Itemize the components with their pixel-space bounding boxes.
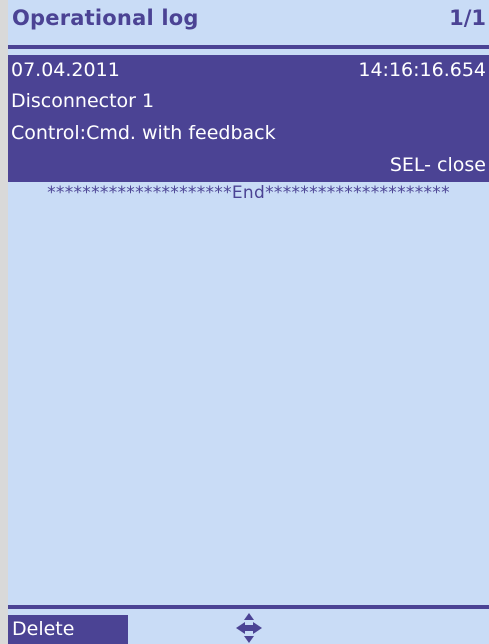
log-entry-date: 07.04.2011 [11, 59, 120, 81]
header: Operational log 1/1 [8, 0, 489, 44]
log-entry-time: 14:16:16.654 [358, 59, 486, 81]
page-indicator: 1/1 [449, 6, 486, 30]
log-screen: Operational log 1/1 07.04.2011 14:16:16.… [8, 0, 489, 644]
log-entry[interactable]: 07.04.2011 14:16:16.654 Disconnector 1 C… [8, 55, 489, 182]
header-divider [8, 45, 489, 49]
log-entry-device: Disconnector 1 [11, 90, 155, 112]
footer-divider [8, 605, 489, 609]
navigate-arrows-icon [236, 613, 262, 643]
log-entry-action: SEL- close [389, 154, 486, 176]
page-title: Operational log [12, 6, 199, 30]
log-entry-description: Control:Cmd. with feedback [11, 122, 276, 144]
delete-softkey[interactable]: Delete [8, 615, 128, 644]
log-entry-action-row: SEL- close [11, 152, 486, 178]
end-of-log-marker: *********************End****************… [47, 183, 450, 203]
log-entry-timestamp-row: 07.04.2011 14:16:16.654 [11, 57, 486, 83]
